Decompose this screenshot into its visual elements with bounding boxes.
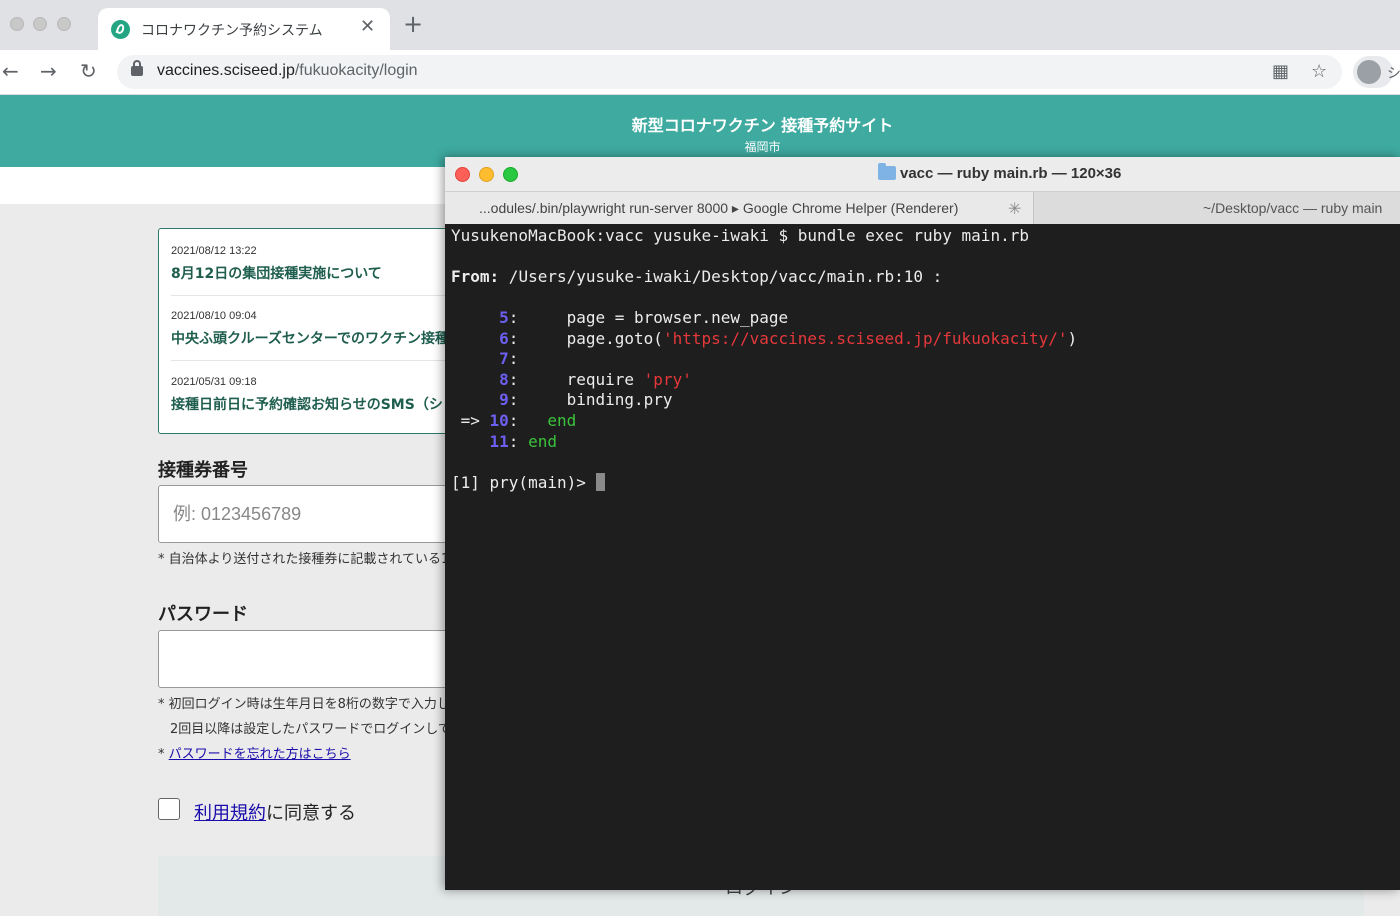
- code-text: page.goto(: [518, 328, 663, 348]
- forgot-prefix: *: [158, 747, 169, 762]
- site-subtitle: 福岡市: [744, 140, 781, 154]
- code-line: 7:: [451, 349, 518, 369]
- line-marker: [451, 308, 490, 327]
- terminal-window: vacc — ruby main.rb — 120×36 ...odules/.…: [445, 157, 1400, 890]
- address-bar[interactable]: vaccines.sciseed.jp/fukuokacity/login ▦ …: [117, 55, 1342, 89]
- terms-link[interactable]: 利用規約: [194, 803, 266, 824]
- line-marker: [451, 349, 490, 368]
- tab-title: コロナワクチン予約システム: [141, 23, 323, 39]
- code-keyword: end: [528, 431, 557, 451]
- qr-code-icon[interactable]: ▦: [1272, 61, 1289, 82]
- pry-prompt-text: [1] pry(main)>: [451, 473, 596, 492]
- browser-toolbar: ← → ↻ vaccines.sciseed.jp/fukuokacity/lo…: [0, 50, 1400, 95]
- terminal-cursor: [595, 473, 605, 491]
- tab-close-icon[interactable]: ✕: [360, 16, 375, 37]
- site-favicon-icon: [111, 20, 130, 39]
- reload-icon[interactable]: ↻: [80, 60, 97, 82]
- terminal-title-text: vacc — ruby main.rb — 120×36: [900, 165, 1122, 182]
- terminal-tab-1-label: ...odules/.bin/playwright run-server 800…: [479, 200, 959, 216]
- terminal-tab-1[interactable]: ...odules/.bin/playwright run-server 800…: [445, 192, 1034, 224]
- news-date: 2021/05/31 09:18: [171, 376, 257, 388]
- browser-tab-strip: コロナワクチン予約システム ✕ +: [0, 0, 1400, 50]
- terminal-title: vacc — ruby main.rb — 120×36: [878, 163, 1122, 182]
- line-number: 10: [489, 411, 509, 430]
- terminal-minimize-button[interactable]: [479, 167, 494, 182]
- line-marker: [451, 329, 490, 348]
- profile-label: シ: [1387, 66, 1400, 82]
- password-label: パスワード: [158, 604, 248, 625]
- line-colon: :: [508, 349, 519, 369]
- line-number: 6: [489, 328, 509, 348]
- terminal-zoom-button[interactable]: [503, 167, 518, 182]
- new-tab-plus-icon[interactable]: +: [403, 12, 423, 36]
- pry-from-line: From: /Users/yusuke-iwaki/Desktop/vacc/m…: [451, 267, 942, 287]
- terms-suffix: に同意する: [266, 803, 356, 824]
- terminal-tab-bar: ...odules/.bin/playwright run-server 800…: [445, 192, 1400, 224]
- back-arrow-icon[interactable]: ←: [2, 60, 19, 82]
- password-note-2: 2回目以降は設定したパスワードでログインして下さい: [170, 722, 490, 737]
- from-label: From:: [451, 267, 500, 286]
- news-date: 2021/08/12 13:22: [171, 245, 257, 257]
- pry-prompt: [1] pry(main)>: [451, 473, 605, 493]
- terms-checkbox[interactable]: [158, 798, 180, 820]
- line-colon: :: [508, 369, 519, 389]
- window-minimize-button[interactable]: [33, 17, 47, 31]
- code-text: require: [518, 369, 644, 389]
- line-marker: [451, 432, 490, 451]
- bookmark-star-icon[interactable]: ☆: [1311, 61, 1327, 82]
- line-colon: :: [508, 390, 519, 410]
- news-title[interactable]: 8月12日の集団接種実施について: [171, 263, 382, 283]
- site-title: 新型コロナワクチン 接種予約サイト: [631, 116, 894, 135]
- folder-icon: [878, 163, 896, 180]
- code-line: 6: page.goto('https://vaccines.sciseed.j…: [451, 329, 1077, 349]
- url-text[interactable]: vaccines.sciseed.jp/fukuokacity/login: [157, 62, 418, 80]
- news-date: 2021/08/10 09:04: [171, 310, 257, 322]
- from-path: /Users/yusuke-iwaki/Desktop/vacc/main.rb…: [499, 267, 943, 286]
- incognito-profile-button[interactable]: シ: [1353, 56, 1400, 88]
- code-text: ): [1067, 328, 1078, 348]
- spinner-icon: ✳: [1008, 199, 1022, 218]
- terminal-titlebar: vacc — ruby main.rb — 120×36: [445, 157, 1400, 192]
- lock-icon[interactable]: [131, 60, 143, 76]
- line-number: 8: [489, 369, 509, 389]
- url-path: /fukuokacity/login: [294, 62, 418, 79]
- line-colon: :: [508, 411, 519, 430]
- line-marker: =>: [451, 411, 490, 430]
- code-text: binding.pry: [518, 390, 673, 410]
- code-text: page = browser.new_page: [518, 308, 789, 327]
- line-number: 11: [489, 431, 509, 451]
- code-line: 8: require 'pry': [451, 370, 692, 390]
- incognito-icon: [1357, 60, 1381, 84]
- line-colon: :: [508, 328, 519, 348]
- code-line: 9: binding.pry: [451, 390, 673, 410]
- terminal-output[interactable]: YusukenoMacBook:vacc yusuke-iwaki $ bund…: [445, 225, 1400, 890]
- browser-tab-active[interactable]: コロナワクチン予約システム ✕: [98, 8, 390, 50]
- forward-arrow-icon[interactable]: →: [40, 60, 57, 82]
- code-keyword: end: [547, 411, 577, 430]
- line-colon: :: [508, 431, 519, 451]
- line-marker: [451, 390, 490, 409]
- line-colon: :: [508, 308, 519, 327]
- terminal-command-line: YusukenoMacBook:vacc yusuke-iwaki $ bund…: [451, 226, 1029, 245]
- line-marker: [451, 370, 490, 389]
- code-string: 'pry': [643, 369, 692, 389]
- forgot-password-note: * パスワードを忘れた方はこちら: [158, 743, 351, 762]
- forgot-password-link[interactable]: パスワードを忘れた方はこちら: [169, 747, 351, 762]
- code-line: 5: page = browser.new_page: [451, 308, 788, 328]
- code-line: 11: end: [451, 432, 557, 452]
- terms-agree-label: 利用規約に同意する: [194, 799, 356, 825]
- line-number: 5: [489, 308, 509, 327]
- window-close-button[interactable]: [10, 17, 24, 31]
- code-string: 'https://vaccines.sciseed.jp/fukuokacity…: [662, 328, 1068, 348]
- code-line: => 10: end: [451, 411, 577, 431]
- line-number: 9: [489, 390, 509, 410]
- terminal-close-button[interactable]: [455, 167, 470, 182]
- window-zoom-button[interactable]: [57, 17, 71, 31]
- line-number: 7: [489, 349, 509, 369]
- url-host: vaccines.sciseed.jp: [157, 62, 295, 79]
- terminal-tab-2[interactable]: ~/Desktop/vacc — ruby main: [1203, 200, 1382, 216]
- ticket-number-label: 接種券番号: [158, 460, 248, 481]
